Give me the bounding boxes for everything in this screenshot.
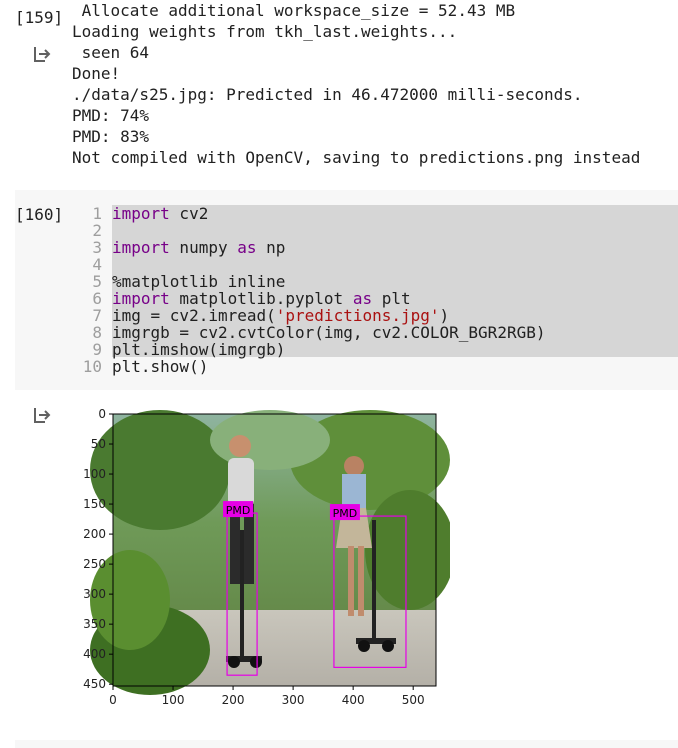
- output-line: Loading weights from tkh_last.weights...: [72, 22, 458, 41]
- x-tick-label: 500: [402, 693, 425, 707]
- exec-count-160: [160]: [15, 205, 64, 224]
- y-tick-label: 250: [83, 557, 106, 571]
- output-line: ./data/s25.jpg: Predicted in 46.472000 m…: [72, 85, 583, 104]
- line-number: 10: [82, 357, 102, 376]
- y-tick-label: 300: [83, 587, 106, 601]
- code-line-6[interactable]: import matplotlib.pyplot as plt: [112, 290, 411, 307]
- x-tick-label: 200: [222, 693, 245, 707]
- y-tick-label: 0: [98, 407, 106, 421]
- line-number: 8: [92, 323, 102, 342]
- y-tick-label: 400: [83, 647, 106, 661]
- code-line-5[interactable]: %matplotlib inline: [112, 273, 285, 290]
- output-text-159: Allocate additional workspace_size = 52.…: [72, 0, 640, 168]
- keyword: as: [237, 238, 257, 257]
- image-plot: PMD PMD 0 50 100 150 200 250 300 350 400 450 0 100 2…: [70, 400, 455, 724]
- exec-count-159: [159]: [15, 8, 64, 27]
- line-number: 9: [92, 340, 102, 359]
- code-text: np: [256, 238, 286, 257]
- output-line: seen 64: [72, 43, 150, 62]
- next-cell: [15, 740, 678, 748]
- code-text: cv2: [169, 204, 209, 223]
- photo-image: [90, 410, 455, 695]
- code-line-3[interactable]: import numpy as np: [112, 239, 285, 256]
- y-tick-label: 100: [83, 467, 106, 481]
- y-tick-label: 350: [83, 617, 106, 631]
- plot-svg: PMD PMD 0 50 100 150 200 250 300 350 400 450 0 100 2…: [83, 407, 455, 707]
- code-text: numpy: [169, 238, 238, 257]
- x-tick-label: 0: [109, 693, 117, 707]
- code-line-9[interactable]: plt.imshow(imgrgb): [112, 341, 285, 358]
- detection-label: PMD: [333, 507, 358, 520]
- detection-label: PMD: [226, 504, 251, 517]
- output-arrow-icon[interactable]: [32, 44, 52, 64]
- output-line: Allocate additional workspace_size = 52.…: [72, 1, 516, 20]
- y-tick-label: 150: [83, 497, 106, 511]
- code-text: plt.show(): [112, 357, 209, 376]
- line-number: 2: [92, 221, 102, 240]
- code-line-7[interactable]: img = cv2.imread('predictions.jpg'): [112, 307, 449, 324]
- line-number: 3: [92, 238, 102, 257]
- output-line: Done!: [72, 64, 121, 83]
- code-line-1[interactable]: import cv2: [112, 205, 208, 222]
- code-line-10[interactable]: plt.show(): [112, 358, 208, 375]
- x-tick-label: 400: [342, 693, 365, 707]
- y-tick-label: 50: [91, 437, 106, 451]
- line-number: 1: [92, 204, 102, 223]
- keyword: import: [112, 204, 170, 223]
- keyword: import: [112, 238, 170, 257]
- line-number: 5: [92, 272, 102, 291]
- output-arrow-icon[interactable]: [32, 405, 52, 425]
- line-number: 4: [92, 255, 102, 274]
- output-line: PMD: 83%: [72, 127, 150, 146]
- y-tick-label: 450: [83, 677, 106, 691]
- y-tick-label: 200: [83, 527, 106, 541]
- line-number: 7: [92, 306, 102, 325]
- output-line: PMD: 74%: [72, 106, 150, 125]
- x-tick-label: 100: [162, 693, 185, 707]
- code-line-8[interactable]: imgrgb = cv2.cvtColor(img, cv2.COLOR_BGR…: [112, 324, 545, 341]
- line-number: 6: [92, 289, 102, 308]
- output-line: Not compiled with OpenCV, saving to pred…: [72, 148, 641, 167]
- x-tick-label: 300: [282, 693, 305, 707]
